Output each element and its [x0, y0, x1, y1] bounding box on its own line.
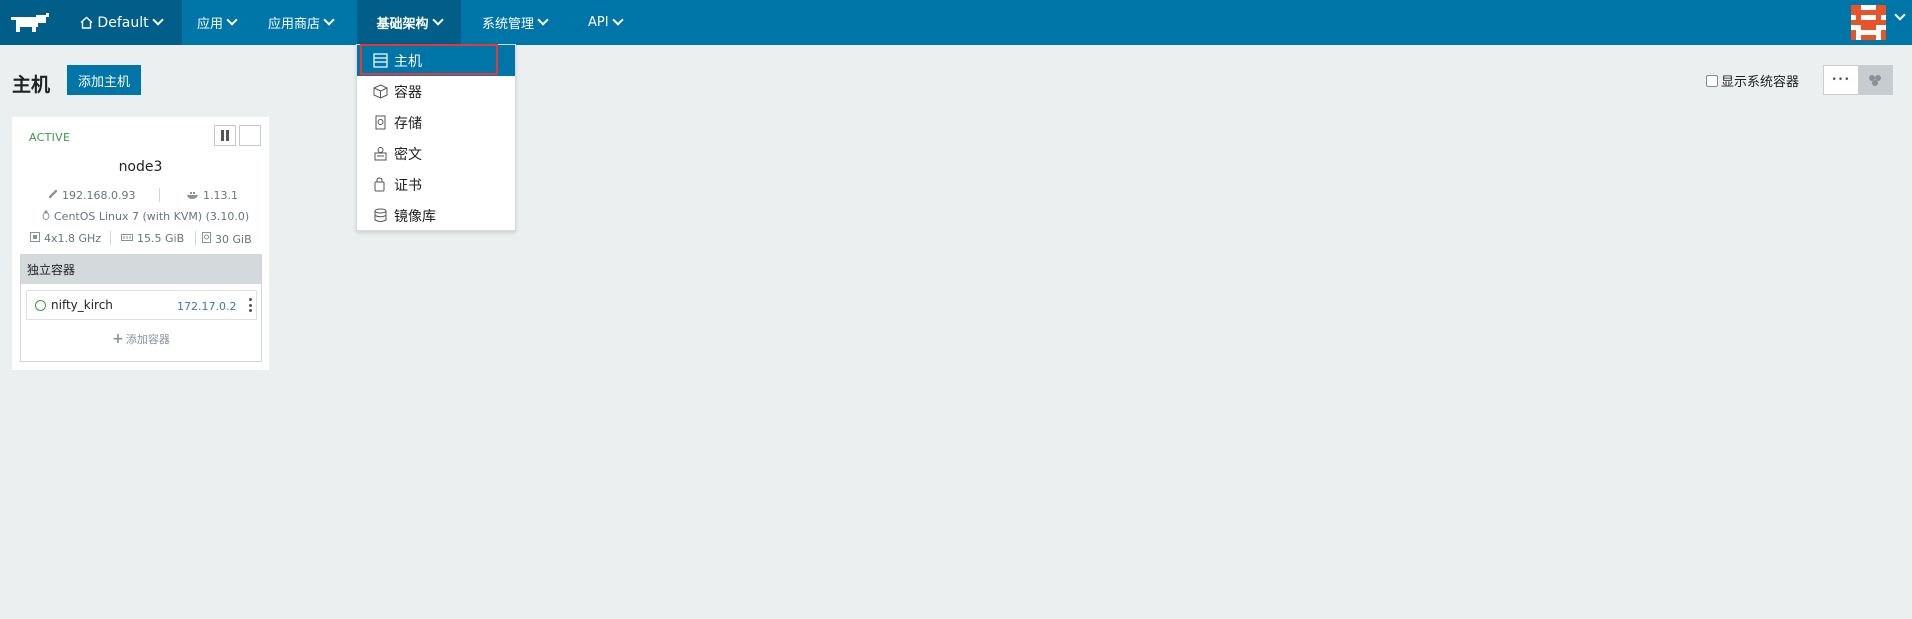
menu-item-hosts-label: 主机	[394, 53, 422, 70]
environment-switcher[interactable]: Default	[60, 0, 182, 45]
show-system-containers-toggle[interactable]: 显示系统容器	[1706, 71, 1799, 90]
menu-item-containers-label: 容器	[394, 84, 422, 101]
host-disk: 30 GiB	[202, 232, 252, 246]
nav-api-label: API	[588, 15, 609, 30]
view-mode-switch: •••	[1823, 65, 1893, 95]
menu-item-secrets[interactable]: 密文	[357, 138, 515, 169]
page-title: 主机	[12, 74, 51, 96]
container-name[interactable]: nifty_kirch	[51, 298, 113, 312]
container-menu-icon[interactable]	[248, 298, 252, 312]
divider	[159, 188, 160, 202]
chevron-down-icon	[431, 14, 444, 26]
host-state-badge: ACTIVE	[29, 131, 71, 144]
home-icon	[80, 16, 93, 29]
host-more-button[interactable]	[239, 125, 261, 146]
nav-admin-label: 系统管理	[482, 17, 535, 32]
disk-icon	[202, 232, 211, 246]
memory-icon	[121, 232, 133, 245]
container-row[interactable]: nifty_kirch 172.17.0.2	[26, 290, 257, 320]
linux-icon	[42, 210, 50, 223]
infrastructure-dropdown-menu: 主机 容器 存储 密文 证书 镜像库	[356, 44, 516, 231]
standalone-containers-panel: 独立容器 nifty_kirch 172.17.0.2 + 添加容器	[20, 254, 262, 362]
docker-version-value: 1.13.1	[203, 189, 238, 202]
cluster-icon	[1869, 75, 1881, 86]
standalone-containers-header: 独立容器	[21, 255, 261, 284]
host-disk-value: 30 GiB	[215, 232, 252, 246]
add-container-link[interactable]: + 添加容器	[21, 331, 261, 347]
host-name: node3	[118, 159, 163, 175]
menu-item-certificates-label: 证书	[394, 177, 422, 194]
menu-item-storage[interactable]: 存储	[357, 107, 515, 138]
host-icon	[373, 53, 388, 68]
nav-api[interactable]: API	[588, 0, 624, 45]
menu-item-containers[interactable]: 容器	[357, 76, 515, 107]
host-os: CentOS Linux 7 (with KVM) (3.10.0)	[42, 210, 249, 223]
host-cpu-value: 4x1.8 GHz	[44, 232, 102, 245]
nav-catalog-label: 应用商店	[268, 17, 321, 32]
menu-item-registries[interactable]: 镜像库	[357, 200, 515, 231]
plus-icon: +	[112, 331, 124, 347]
list-view-button[interactable]: •••	[1824, 66, 1858, 94]
add-container-label: 添加容器	[125, 333, 170, 346]
menu-item-storage-label: 存储	[394, 115, 422, 132]
add-host-button[interactable]: 添加主机	[67, 65, 141, 95]
environment-label: Default	[97, 14, 149, 31]
storage-icon	[375, 115, 386, 130]
cube-icon	[373, 84, 388, 99]
top-navbar: Default 应用 应用商店 基础架构 系统管理 API	[0, 0, 1912, 45]
secret-icon	[374, 147, 387, 161]
checkbox[interactable]	[1706, 74, 1718, 87]
chevron-down-icon[interactable]	[1894, 9, 1906, 21]
dots-icon: •••	[1831, 75, 1851, 85]
cow-logo-icon	[11, 12, 49, 32]
nav-infrastructure[interactable]: 基础架构	[357, 0, 461, 45]
docker-version: 1.13.1	[187, 189, 238, 202]
divider	[195, 231, 196, 245]
host-memory-value: 15.5 GiB	[137, 232, 185, 245]
chevron-down-icon	[151, 14, 164, 26]
nav-admin[interactable]: 系统管理	[482, 0, 549, 45]
host-ip-value: 192.168.0.93	[62, 189, 136, 202]
chevron-down-icon	[611, 14, 624, 26]
menu-item-registries-label: 镜像库	[394, 208, 436, 225]
nav-apps-label: 应用	[197, 17, 224, 32]
menu-item-certificates[interactable]: 证书	[357, 169, 515, 200]
chevron-down-icon	[323, 14, 335, 26]
host-ip: 192.168.0.93	[48, 189, 135, 202]
pause-icon	[221, 130, 229, 141]
container-ip: 172.17.0.2	[177, 300, 237, 313]
nav-infrastructure-label: 基础架构	[376, 17, 429, 32]
nav-catalog[interactable]: 应用商店	[268, 0, 335, 45]
chevron-down-icon	[226, 14, 238, 26]
link-icon	[48, 189, 58, 202]
rancher-logo[interactable]	[0, 0, 60, 45]
graph-view-button[interactable]	[1858, 66, 1892, 94]
host-card: ACTIVE node3 192.168.0.93 1.13.1 CentOS …	[12, 117, 269, 370]
registry-icon	[374, 208, 387, 222]
cpu-icon	[30, 232, 40, 245]
host-cpu: 4x1.8 GHz	[30, 232, 101, 245]
certificate-icon	[374, 177, 385, 192]
menu-item-secrets-label: 密文	[394, 146, 422, 163]
running-status-icon	[35, 299, 46, 311]
user-avatar-icon[interactable]	[1851, 5, 1886, 40]
nav-apps[interactable]: 应用	[197, 0, 238, 45]
chevron-down-icon	[537, 14, 549, 26]
docker-icon	[187, 189, 199, 202]
pause-button[interactable]	[214, 125, 236, 146]
host-memory: 15.5 GiB	[121, 232, 184, 245]
menu-item-hosts[interactable]: 主机	[357, 45, 515, 76]
divider	[110, 231, 111, 245]
show-system-label: 显示系统容器	[1721, 75, 1800, 90]
host-os-value: CentOS Linux 7 (with KVM) (3.10.0)	[54, 210, 250, 223]
